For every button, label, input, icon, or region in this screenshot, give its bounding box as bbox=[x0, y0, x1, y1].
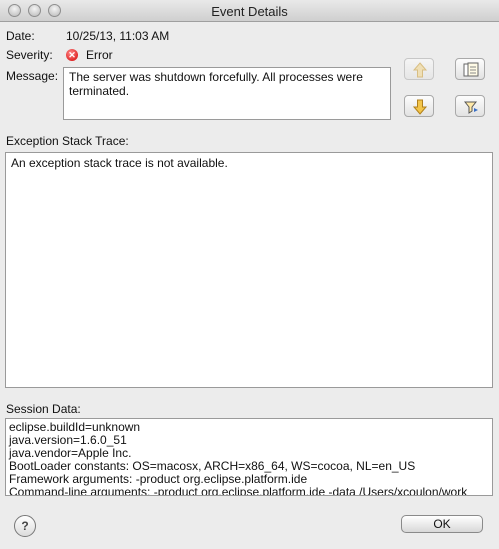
previous-event-button[interactable] bbox=[404, 58, 434, 80]
message-text[interactable]: The server was shutdown forcefully. All … bbox=[63, 67, 391, 120]
title-bar: Event Details bbox=[0, 0, 499, 22]
error-icon: ✕ bbox=[66, 49, 78, 61]
down-arrow-icon bbox=[412, 99, 428, 115]
help-icon: ? bbox=[21, 519, 29, 533]
message-label: Message: bbox=[6, 69, 59, 83]
up-arrow-icon bbox=[412, 62, 428, 78]
help-button[interactable]: ? bbox=[14, 515, 36, 537]
filter-button[interactable] bbox=[455, 95, 485, 117]
date-value: 10/25/13, 11:03 AM bbox=[66, 29, 170, 43]
ok-button[interactable]: OK bbox=[401, 515, 483, 533]
filter-icon bbox=[463, 101, 478, 114]
session-data-label: Session Data: bbox=[6, 402, 81, 416]
copy-icon bbox=[463, 62, 479, 77]
copy-button[interactable] bbox=[455, 58, 485, 80]
severity-value: Error bbox=[86, 48, 113, 62]
next-event-button[interactable] bbox=[404, 95, 434, 117]
stack-trace-text[interactable]: An exception stack trace is not availabl… bbox=[5, 152, 493, 388]
event-details-window: Event Details Date: 10/25/13, 11:03 AM S… bbox=[0, 0, 499, 549]
session-data-text[interactable]: eclipse.buildId=unknown java.version=1.6… bbox=[5, 418, 493, 496]
window-title: Event Details bbox=[211, 4, 288, 19]
date-label: Date: bbox=[6, 29, 35, 43]
session-line: Command-line arguments: -product org.ecl… bbox=[9, 485, 468, 496]
severity-label: Severity: bbox=[6, 48, 53, 62]
stack-trace-label: Exception Stack Trace: bbox=[6, 134, 129, 148]
